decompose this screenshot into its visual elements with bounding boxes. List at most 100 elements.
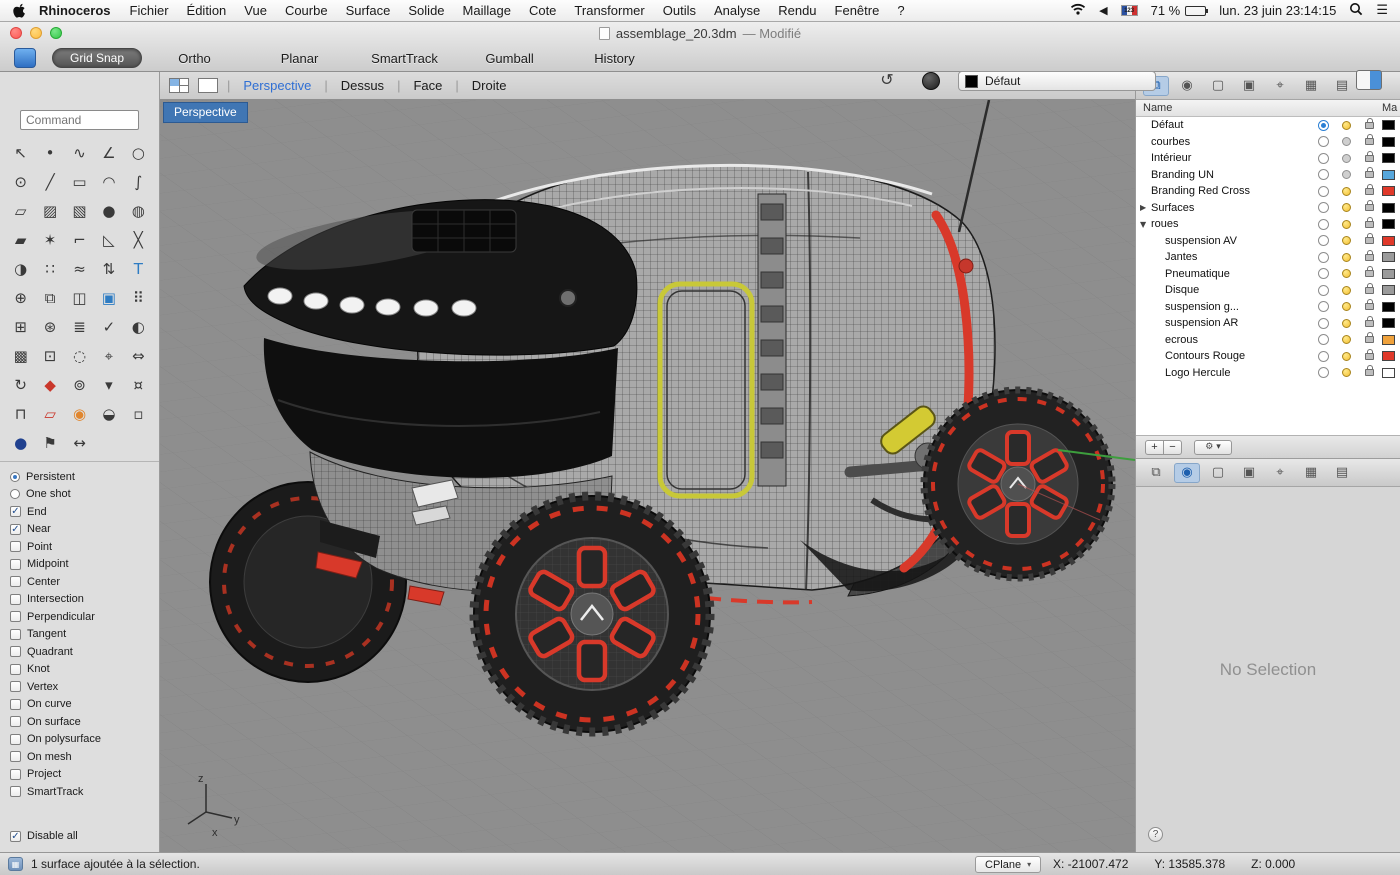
array-rect-tool-icon[interactable]: ⊞ — [6, 312, 35, 341]
single-view-layout-icon[interactable] — [198, 78, 218, 93]
menu-help[interactable]: ? — [888, 3, 913, 18]
menu-surface[interactable]: Surface — [337, 3, 400, 18]
menu-transformer[interactable]: Transformer — [565, 3, 653, 18]
ellipse-tool-icon[interactable]: ⊙ — [6, 167, 35, 196]
four-view-layout-icon[interactable] — [169, 78, 189, 93]
osnap-on-mesh[interactable]: On mesh — [10, 748, 149, 766]
layer-color-swatch[interactable] — [1382, 318, 1395, 328]
layer-color-swatch[interactable] — [1382, 219, 1395, 229]
checkbox-icon[interactable] — [10, 751, 21, 762]
analysis-tool-icon[interactable]: ● — [6, 428, 35, 457]
osnap-on-polysurface[interactable]: On polysurface — [10, 731, 149, 749]
checkbox-icon[interactable] — [10, 786, 21, 797]
layer-lock-icon[interactable] — [1365, 270, 1374, 277]
menu-vue[interactable]: Vue — [235, 3, 276, 18]
layer-lock-icon[interactable] — [1365, 287, 1374, 294]
layer-row-branding-un[interactable]: Branding UN — [1136, 167, 1400, 184]
tab-face[interactable]: Face — [409, 78, 446, 93]
notification-list-icon[interactable]: ☰ — [1376, 3, 1388, 18]
checkbox-icon[interactable] — [10, 646, 21, 657]
car-tool-icon[interactable]: ◆ — [35, 370, 64, 399]
layer-visibility-bulb[interactable] — [1342, 187, 1351, 196]
spotlight-tool-icon[interactable]: ¤ — [124, 370, 153, 399]
radio-icon[interactable] — [10, 472, 20, 482]
cplane-tool-icon[interactable]: ▱ — [35, 399, 64, 428]
explode-tool-icon[interactable]: ✶ — [35, 225, 64, 254]
circle-tool-icon[interactable]: ○ — [124, 138, 153, 167]
menu-cote[interactable]: Cote — [520, 3, 565, 18]
pan-tool-icon[interactable]: ⇔ — [124, 341, 153, 370]
layer-row-roues[interactable]: ▼roues — [1136, 216, 1400, 233]
osnap-project[interactable]: Project — [10, 766, 149, 784]
text-tool-icon[interactable]: T — [124, 254, 153, 283]
osnap-knot[interactable]: Knot — [10, 661, 149, 679]
eyedropper-tool-icon[interactable]: ▾ — [94, 370, 123, 399]
notes-icon[interactable]: ▤ — [1329, 463, 1355, 483]
current-layer-radio[interactable] — [1318, 136, 1329, 147]
grid-icon[interactable]: ▦ — [1298, 463, 1324, 483]
layer-visibility-bulb[interactable] — [1342, 253, 1351, 262]
trim-tool-icon[interactable]: ╳ — [124, 225, 153, 254]
osnap-on-curve[interactable]: On curve — [10, 696, 149, 714]
layer-row-branding-red-cross[interactable]: Branding Red Cross — [1136, 183, 1400, 200]
layer-color-swatch[interactable] — [1382, 252, 1395, 262]
checkbox-icon[interactable] — [10, 681, 21, 692]
minimize-window-button[interactable] — [30, 27, 42, 39]
layer-visibility-bulb[interactable] — [1342, 220, 1351, 229]
toolbar-toggle-history[interactable]: History — [562, 51, 667, 66]
layer-row-contours-rouge[interactable]: Contours Rouge — [1136, 348, 1400, 365]
checkbox-icon[interactable] — [10, 629, 21, 640]
layer-color-swatch[interactable] — [1382, 137, 1395, 147]
point-cloud-tool-icon[interactable]: ∷ — [35, 254, 64, 283]
array-tool-icon[interactable]: ⠿ — [124, 283, 153, 312]
dimension-tool-icon[interactable]: ↔ — [65, 428, 94, 457]
checkbox-icon[interactable] — [10, 541, 21, 552]
expander-icon[interactable]: ▼ — [1140, 220, 1151, 229]
shade-tool-icon[interactable]: ◐ — [124, 312, 153, 341]
surface-patch-tool-icon[interactable]: ▨ — [35, 196, 64, 225]
display-icon[interactable]: ◉ — [1174, 463, 1200, 483]
menu-rendu[interactable]: Rendu — [769, 3, 825, 18]
layer-lock-icon[interactable] — [1365, 303, 1374, 310]
layer-lock-icon[interactable] — [1365, 188, 1374, 195]
osnap-quadrant[interactable]: Quadrant — [10, 643, 149, 661]
y-coordinate[interactable]: Y: 13585.378 — [1154, 857, 1225, 871]
layer-row-disque[interactable]: Disque — [1136, 282, 1400, 299]
match-tool-icon[interactable]: ✓ — [94, 312, 123, 341]
layer-color-swatch[interactable] — [1382, 269, 1395, 279]
current-layer-radio[interactable] — [1318, 235, 1329, 246]
osnap-on-surface[interactable]: On surface — [10, 713, 149, 731]
page-icon[interactable]: ▢ — [1205, 76, 1231, 96]
toolbar-toggle-smarttrack[interactable]: SmartTrack — [352, 51, 457, 66]
layer-lock-icon[interactable] — [1365, 320, 1374, 327]
layer-row-suspension-ar[interactable]: suspension AR — [1136, 315, 1400, 332]
layer-visibility-bulb[interactable] — [1342, 236, 1351, 245]
layer-row-ecrous[interactable]: ecrous — [1136, 332, 1400, 349]
z-coordinate[interactable]: Z: 0.000 — [1251, 857, 1295, 871]
toolbar-toggle-planar[interactable]: Planar — [247, 51, 352, 66]
tab-dessus[interactable]: Dessus — [337, 78, 388, 93]
layer-visibility-bulb[interactable] — [1342, 269, 1351, 278]
menu-dition[interactable]: Édition — [178, 3, 236, 18]
tab-droite[interactable]: Droite — [468, 78, 511, 93]
layer-row-int-rieur[interactable]: Intérieur — [1136, 150, 1400, 167]
layer-lock-icon[interactable] — [1365, 369, 1374, 376]
layer-color-swatch[interactable] — [1382, 170, 1395, 180]
layer-visibility-bulb[interactable] — [1342, 154, 1351, 163]
volume-icon[interactable]: ◀ — [1099, 4, 1107, 17]
fillet-tool-icon[interactable]: ⌐ — [65, 225, 94, 254]
osnap-vertex[interactable]: Vertex — [10, 678, 149, 696]
grid-icon[interactable]: ▦ — [1298, 76, 1324, 96]
undo-view-icon[interactable]: ↺ — [876, 70, 898, 89]
render-tool-icon[interactable]: ◒ — [94, 399, 123, 428]
checkbox-icon[interactable] — [10, 664, 21, 675]
layer-visibility-bulb[interactable] — [1342, 335, 1351, 344]
layer-lock-icon[interactable] — [1365, 221, 1374, 228]
wifi-icon[interactable] — [1070, 3, 1086, 18]
menu-solide[interactable]: Solide — [399, 3, 453, 18]
osnap-midpoint[interactable]: Midpoint — [10, 556, 149, 574]
checkbox-icon[interactable]: ✓ — [10, 506, 21, 517]
osnap-near[interactable]: ✓Near — [10, 521, 149, 539]
layer-visibility-bulb[interactable] — [1342, 203, 1351, 212]
rectangle-tool-icon[interactable]: ▭ — [65, 167, 94, 196]
